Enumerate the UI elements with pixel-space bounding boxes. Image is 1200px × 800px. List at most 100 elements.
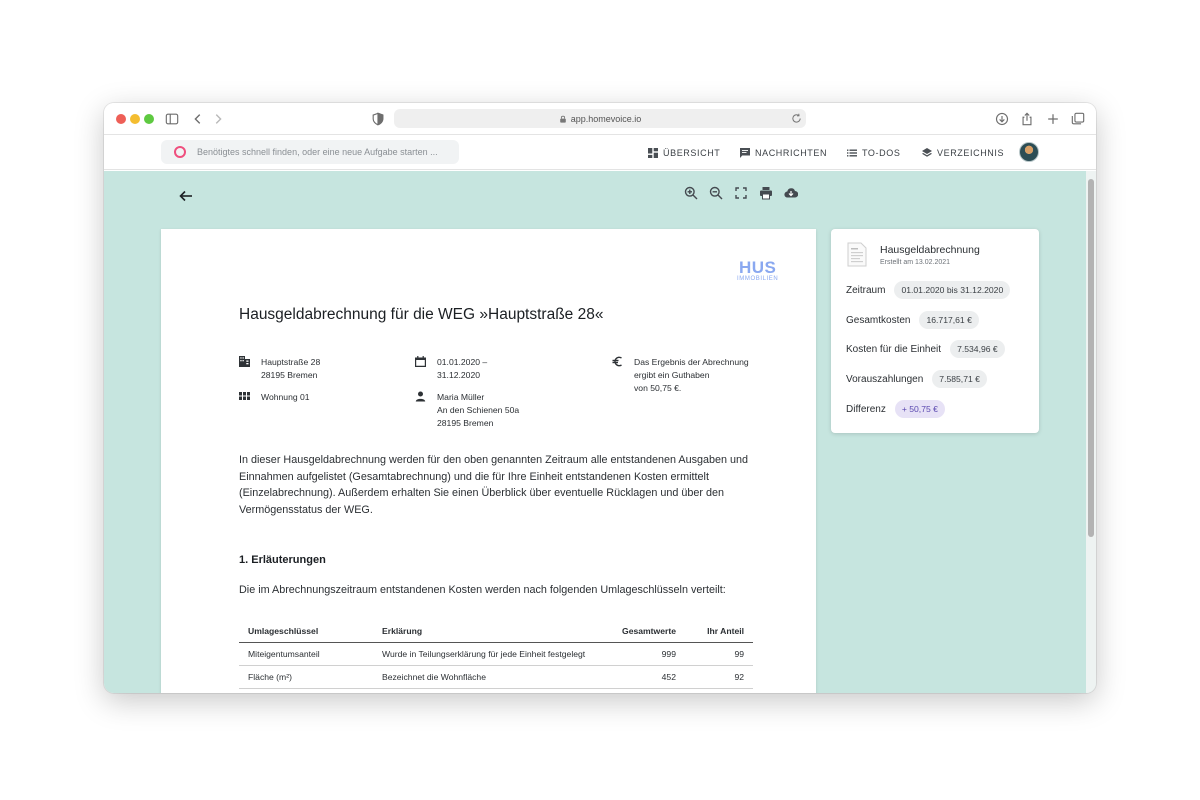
table-cell: 999	[603, 642, 685, 666]
brand-subtitle: IMMOBILIEN	[737, 276, 779, 282]
owner-name: Maria Müller	[437, 392, 485, 402]
nav-item-todos[interactable]: TO-DOS	[847, 136, 900, 170]
calendar-icon	[415, 356, 426, 367]
result-line: ergibt ein Guthaben	[634, 370, 710, 380]
card-title: Hausgeldabrechnung	[880, 244, 980, 256]
document-page: HUS IMMOBILIEN Hausgeldabrechnung für di…	[161, 229, 816, 693]
user-avatar[interactable]	[1019, 142, 1039, 162]
table-cell: 99	[685, 642, 753, 666]
column-header: Umlageschlüssel	[239, 623, 373, 643]
document-icon	[847, 242, 867, 267]
address-line: Hauptstraße 28	[261, 357, 321, 367]
message-icon	[740, 148, 750, 158]
summary-label: Kosten für die Einheit	[846, 343, 942, 355]
owner-info: Maria Müller An den Schienen 50a 28195 B…	[415, 391, 520, 430]
document-viewer: HUS IMMOBILIEN Hausgeldabrechnung für di…	[104, 171, 1096, 693]
summary-row-vorauszahlungen: Vorauszahlungen 7.585,71 €	[846, 369, 987, 389]
search-placeholder: Benötigtes schnell finden, oder eine neu…	[197, 147, 438, 157]
column-header: Erklärung	[373, 623, 603, 643]
result-line: von 50,75 €.	[634, 383, 682, 393]
table-cell: 92	[685, 665, 753, 689]
close-window-button[interactable]	[116, 114, 126, 124]
euro-icon	[612, 356, 622, 367]
new-tab-icon[interactable]	[1045, 111, 1061, 127]
property-address: Hauptstraße 28 28195 Bremen	[239, 356, 321, 382]
section-paragraph: Die im Abrechnungszeitraum entstandenen …	[239, 584, 726, 596]
brand-name: HUS	[738, 258, 777, 277]
card-subtitle: Erstellt am 13.02.2021	[880, 259, 951, 266]
summary-value-chip: 7.534,96 €	[950, 340, 1005, 358]
company-logo: HUS IMMOBILIEN	[737, 259, 778, 282]
result-line: Das Ergebnis der Abrechnung	[634, 357, 749, 367]
maximize-window-button[interactable]	[144, 114, 154, 124]
browser-toolbar: app.homevoice.io	[104, 103, 1096, 135]
zoom-in-icon[interactable]	[684, 186, 698, 200]
address-line: 28195 Bremen	[261, 370, 318, 380]
intro-paragraph: In dieser Hausgeldabrechnung werden für …	[239, 454, 749, 516]
summary-value-chip: 7.585,71 €	[932, 370, 987, 388]
layers-icon	[922, 148, 932, 157]
back-chevron-icon[interactable]	[190, 111, 206, 127]
sidebar-toggle-icon[interactable]	[164, 111, 180, 127]
url-text: app.homevoice.io	[570, 113, 642, 124]
table-cell: 452	[603, 665, 685, 689]
summary-label: Gesamtkosten	[846, 314, 911, 326]
table-cell: Wurde in Teilungserklärung für jede Einh…	[373, 642, 603, 666]
print-icon[interactable]	[759, 186, 773, 200]
app-header: Benötigtes schnell finden, oder eine neu…	[104, 136, 1096, 170]
search-input[interactable]: Benötigtes schnell finden, oder eine neu…	[161, 140, 459, 164]
column-header: Ihr Anteil	[685, 623, 753, 643]
building-icon	[239, 356, 250, 367]
summary-label: Differenz	[846, 403, 886, 415]
download-icon[interactable]	[994, 111, 1010, 127]
summary-row-differenz: Differenz + 50,75 €	[846, 399, 945, 419]
summary-value-chip: 16.717,61 €	[919, 311, 979, 329]
zoom-out-icon[interactable]	[709, 186, 723, 200]
table-cell: Miteigentumsanteil	[239, 642, 373, 666]
table-cell: Fläche (m²)	[239, 665, 373, 689]
browser-window: app.homevoice.io Benötigtes schnell find…	[104, 103, 1096, 693]
nav-item-verzeichnis[interactable]: VERZEICHNIS	[922, 136, 1004, 170]
address-bar[interactable]: app.homevoice.io	[394, 109, 806, 128]
owner-street: An den Schienen 50a	[437, 405, 520, 415]
nav-label: NACHRICHTEN	[755, 148, 828, 158]
dashboard-icon	[648, 148, 658, 158]
difference-value-chip: + 50,75 €	[894, 400, 945, 418]
grid-icon	[239, 392, 250, 400]
period-line: 31.12.2020	[437, 370, 481, 380]
list-icon	[847, 149, 857, 157]
privacy-shield-icon[interactable]	[370, 111, 386, 127]
person-icon	[415, 391, 426, 402]
scrollbar-thumb[interactable]	[1088, 179, 1094, 537]
cloud-download-icon[interactable]	[784, 186, 798, 200]
viewer-toolbar	[684, 186, 798, 200]
summary-label: Zeitraum	[846, 284, 886, 296]
tab-overview-icon[interactable]	[1070, 111, 1086, 127]
nav-item-nachrichten[interactable]: NACHRICHTEN	[740, 136, 827, 170]
table-header-row: Umlageschlüssel Erklärung Gesamtwerte Ih…	[239, 623, 753, 643]
minimize-window-button[interactable]	[130, 114, 140, 124]
back-arrow-icon[interactable]	[178, 188, 194, 204]
billing-period: 01.01.2020 – 31.12.2020	[415, 356, 488, 382]
table-cell: Bezeichnet die Wohnfläche	[373, 665, 603, 689]
document-title: Hausgeldabrechnung für die WEG »Hauptstr…	[239, 306, 604, 323]
billing-result: Das Ergebnis der Abrechnung ergibt ein G…	[612, 356, 749, 395]
summary-row-zeitraum: Zeitraum 01.01.2020 bis 31.12.2020	[846, 280, 1011, 300]
column-header: Gesamtwerte	[603, 623, 685, 643]
reload-icon[interactable]	[791, 113, 802, 124]
nav-item-uebersicht[interactable]: ÜBERSICHT	[648, 136, 720, 170]
summary-row-kosten-einheit: Kosten für die Einheit 7.534,96 €	[846, 339, 1005, 359]
period-line: 01.01.2020 –	[437, 357, 488, 367]
unit-name: Wohnung 01	[261, 392, 310, 402]
section-heading: 1. Erläuterungen	[239, 554, 326, 566]
nav-label: TO-DOS	[862, 148, 901, 158]
summary-label: Vorauszahlungen	[846, 373, 924, 385]
nav-label: VERZEICHNIS	[937, 148, 1005, 158]
fullscreen-icon[interactable]	[734, 186, 748, 200]
vertical-scrollbar[interactable]	[1086, 171, 1096, 693]
forward-chevron-icon[interactable]	[210, 111, 226, 127]
lock-icon	[559, 115, 566, 123]
summary-row-gesamtkosten: Gesamtkosten 16.717,61 €	[846, 310, 979, 330]
share-icon[interactable]	[1019, 111, 1035, 127]
unit-info: Wohnung 01	[239, 391, 310, 404]
